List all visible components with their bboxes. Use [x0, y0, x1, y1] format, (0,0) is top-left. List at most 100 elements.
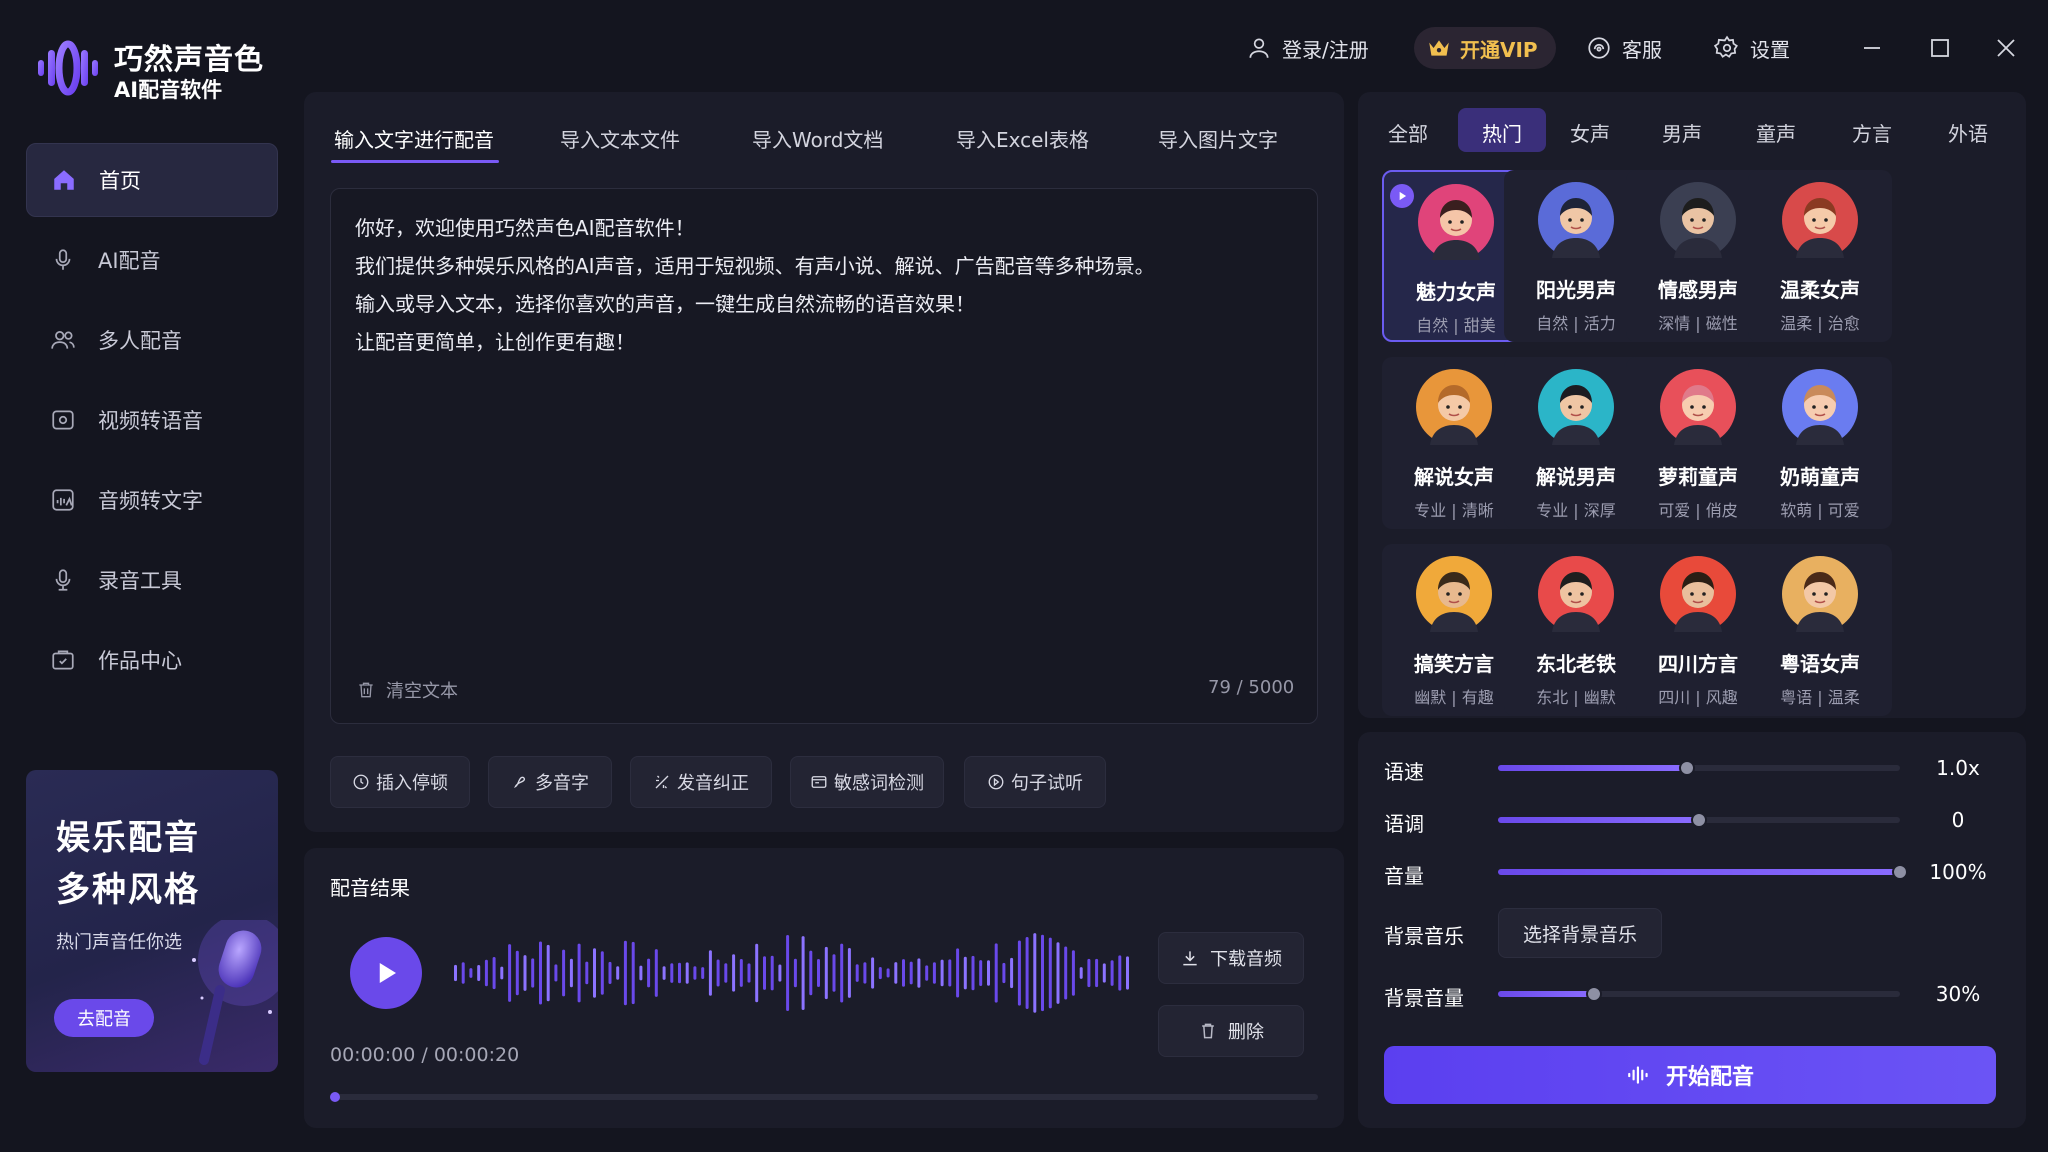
tab-import-excel[interactable]: 导入Excel表格 — [956, 120, 1089, 170]
sidebar-item-audio-to-text[interactable]: 音频转文字 — [26, 463, 278, 537]
voice-tab-hot[interactable]: 热门 — [1482, 118, 1522, 147]
waveform-bar — [631, 941, 635, 1005]
sidebar-item-multi-dubbing[interactable]: 多人配音 — [26, 303, 278, 377]
sensitive-word-check-button[interactable]: 敏感词检测 — [790, 756, 944, 808]
voice-avatar-icon — [1538, 556, 1614, 632]
voice-tab-female[interactable]: 女声 — [1570, 118, 1610, 147]
sidebar-item-video-to-speech[interactable]: 视频转语音 — [26, 383, 278, 457]
clock-icon — [353, 774, 369, 790]
login-button[interactable]: 登录/注册 — [1246, 28, 1369, 68]
voice-tab-all[interactable]: 全部 — [1388, 118, 1428, 147]
voice-preview-icon[interactable] — [1390, 184, 1414, 208]
vip-button[interactable]: 开通VIP — [1414, 27, 1556, 69]
go-dubbing-button[interactable]: 去配音 — [54, 999, 154, 1037]
waveform-bar — [670, 963, 674, 983]
minimize-button[interactable] — [1852, 28, 1892, 68]
microphone-illustration-icon — [192, 920, 278, 1065]
voice-tab-foreign[interactable]: 外语 — [1948, 118, 1988, 147]
delete-button[interactable]: 删除 — [1158, 1005, 1304, 1057]
sidebar-item-works[interactable]: 作品中心 — [26, 623, 278, 697]
service-button[interactable]: 客服 — [1586, 28, 1662, 68]
waveform-bar — [562, 949, 566, 997]
sentence-preview-button[interactable]: 句子试听 — [964, 756, 1106, 808]
waveform-bar — [454, 964, 457, 982]
playback-progress-bar[interactable] — [330, 1094, 1318, 1100]
voice-card[interactable]: 温柔女声温柔 | 治愈 — [1748, 170, 1892, 342]
sidebar-item-recorder[interactable]: 录音工具 — [26, 543, 278, 617]
waveform-bar — [1087, 958, 1091, 988]
waveform-bar — [1064, 946, 1068, 1000]
waveform-bar — [569, 958, 573, 988]
start-dubbing-button[interactable]: 开始配音 — [1384, 1046, 1996, 1104]
waveform-bar — [747, 963, 751, 983]
app-subtitle: AI配音软件 — [114, 78, 223, 102]
settings-button[interactable]: 设置 — [1714, 28, 1790, 68]
tab-import-text-file[interactable]: 导入文本文件 — [560, 120, 680, 170]
recorder-icon — [55, 569, 71, 591]
waveform-bar — [1010, 957, 1014, 989]
voice-name: 粤语女声 — [1780, 652, 1860, 676]
waveform-bar — [600, 951, 604, 995]
waveform-bar — [940, 959, 944, 987]
result-title: 配音结果 — [330, 876, 410, 900]
speed-slider-handle[interactable] — [1679, 760, 1695, 776]
voice-card[interactable]: 粤语女声 粤语 | 温柔 — [1748, 544, 1892, 716]
waveform-bar — [855, 964, 859, 982]
users-icon — [51, 331, 75, 349]
waveform-bar — [770, 955, 774, 991]
pronunciation-fix-button[interactable]: 发音纠正 — [630, 756, 772, 808]
home-icon — [54, 170, 74, 190]
trash-icon — [359, 682, 373, 698]
polyphone-icon — [513, 776, 526, 789]
active-tab-indicator — [331, 160, 499, 163]
voice-tab-dialect[interactable]: 方言 — [1852, 118, 1892, 147]
waveform-bar — [678, 962, 681, 984]
select-bgm-button[interactable]: 选择背景音乐 — [1498, 908, 1662, 958]
waveform-bar — [685, 962, 689, 984]
maximize-button[interactable] — [1920, 28, 1960, 68]
voice-tab-child[interactable]: 童声 — [1756, 118, 1796, 147]
waveform-bar — [824, 946, 828, 1000]
works-icon — [52, 650, 74, 670]
waveform-bar — [662, 966, 666, 980]
download-audio-button[interactable]: 下载音频 — [1158, 932, 1304, 984]
voice-tags: 温柔 | 治愈 — [1780, 314, 1860, 333]
close-button[interactable] — [1986, 28, 2026, 68]
sidebar-item-ai-dubbing[interactable]: AI配音 — [26, 223, 278, 297]
voice-card[interactable]: 奶萌童声 软萌 | 可爱 — [1748, 357, 1892, 529]
pitch-slider-handle[interactable] — [1691, 812, 1707, 828]
text-line: 你好，欢迎使用巧然声色AI配音软件！ — [355, 216, 695, 240]
speed-slider-fill — [1498, 765, 1687, 771]
close-icon — [1997, 39, 2015, 57]
bgm-label: 背景音乐 — [1384, 924, 1464, 948]
insert-pause-button[interactable]: 插入停顿 — [330, 756, 470, 808]
play-button[interactable] — [350, 937, 422, 1009]
tab-import-word[interactable]: 导入Word文档 — [752, 120, 883, 170]
voice-tab-male[interactable]: 男声 — [1662, 118, 1702, 147]
waveform-bar — [554, 964, 558, 982]
voice-avatar-icon — [1416, 369, 1492, 445]
waveform-bar — [763, 956, 766, 990]
voice-avatar-icon — [1782, 182, 1858, 258]
login-label: 登录/注册 — [1282, 37, 1369, 62]
clear-text-button[interactable]: 清空文本 — [356, 677, 458, 703]
sidebar-item-home[interactable]: 首页 — [26, 143, 278, 217]
tab-import-image-text[interactable]: 导入图片文字 — [1158, 120, 1278, 170]
promo-banner: 娱乐配音 多种风格 热门声音任你选 去配音 — [26, 770, 278, 1072]
text-line: 输入或导入文本，选择你喜欢的声音，一键生成自然流畅的语音效果！ — [355, 292, 975, 316]
waveform-bar — [577, 943, 581, 1003]
bgm-volume-slider-handle[interactable] — [1586, 986, 1602, 1002]
pitch-slider-fill — [1498, 817, 1699, 823]
pitch-value: 0 — [1951, 808, 1965, 832]
maximize-icon — [1931, 39, 1949, 57]
volume-slider-handle[interactable] — [1892, 864, 1908, 880]
headset-icon — [1588, 37, 1610, 59]
audio-waveform[interactable] — [450, 924, 1130, 1022]
waveform-bar — [701, 967, 705, 979]
voice-name: 温柔女声 — [1780, 278, 1860, 302]
polyphone-button[interactable]: 多音字 — [488, 756, 612, 808]
time-separator: / — [421, 1044, 428, 1066]
playback-progress-handle[interactable] — [330, 1092, 340, 1102]
waveform-bar — [693, 966, 697, 980]
volume-slider-fill — [1498, 869, 1900, 875]
